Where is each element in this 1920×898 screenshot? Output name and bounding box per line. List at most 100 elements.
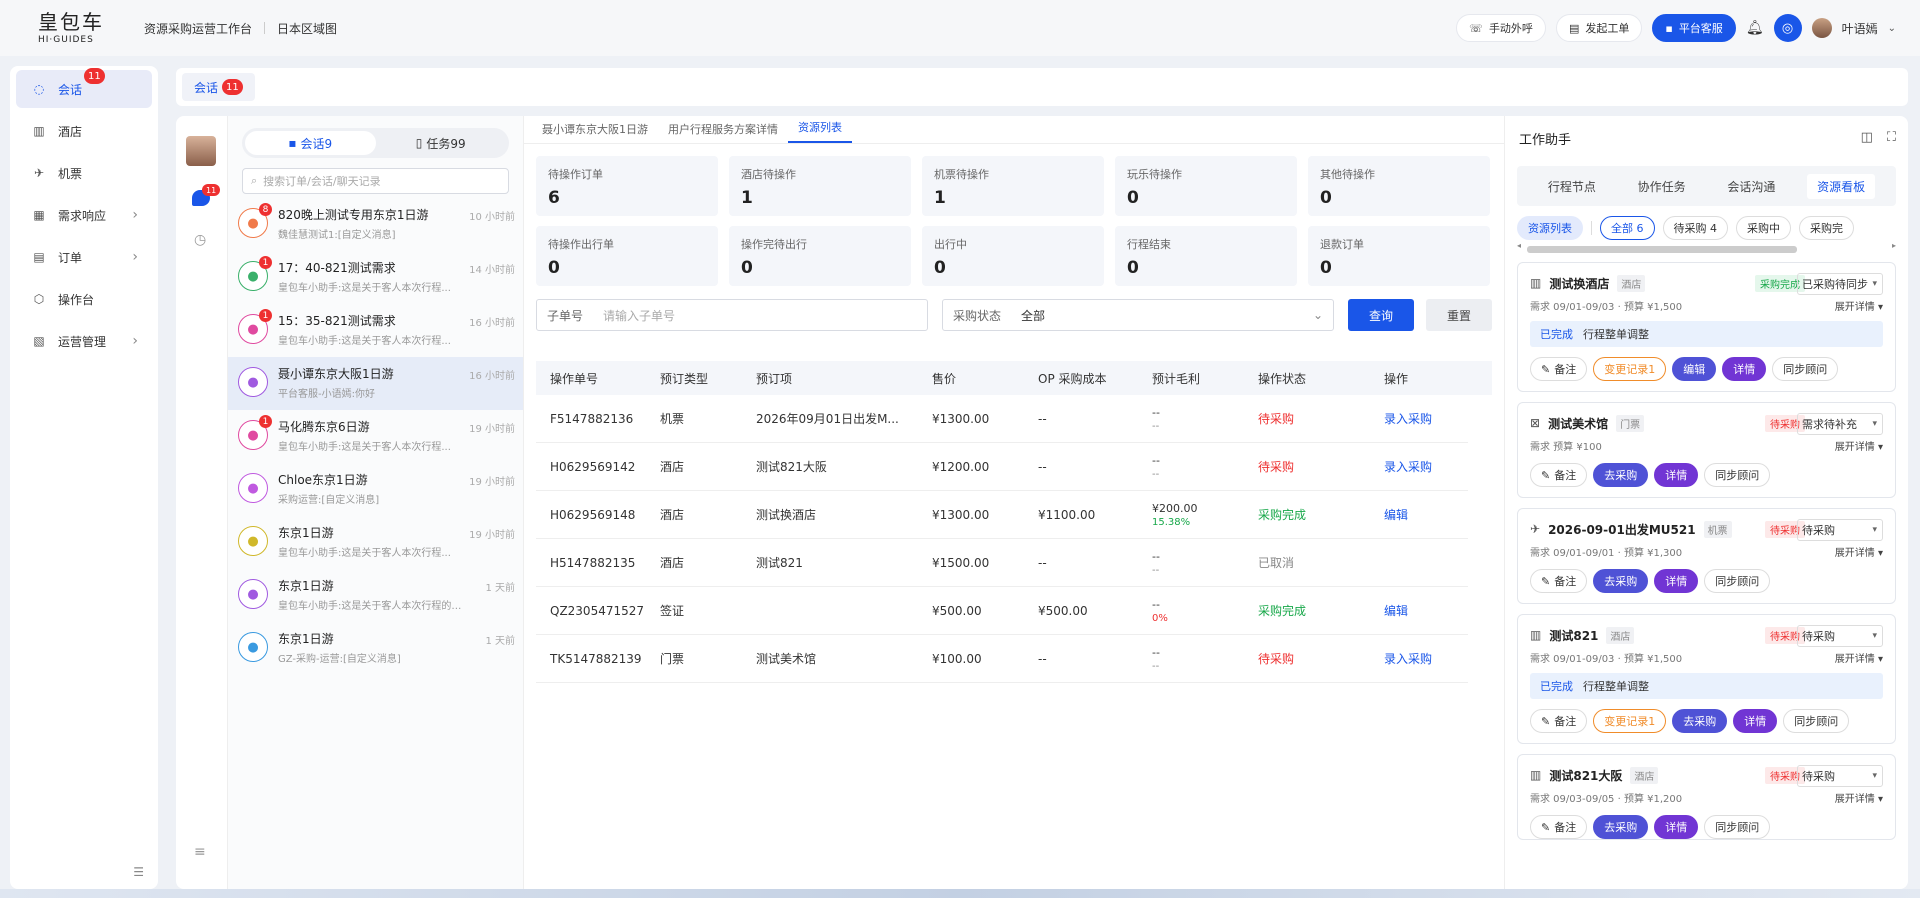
go-purchase-button[interactable]: 去采购 bbox=[1593, 815, 1649, 839]
tab-service-plan[interactable]: 用户行程服务方案详情 bbox=[658, 121, 788, 143]
sidebar-item-console[interactable]: ⬡ 操作台 bbox=[16, 280, 152, 318]
expand-details[interactable]: 展开详情 ▾ bbox=[1835, 790, 1883, 805]
avatar[interactable] bbox=[1811, 18, 1832, 38]
stat-card[interactable]: 待操作出行单 0 bbox=[536, 226, 718, 286]
go-purchase-button[interactable]: 去采购 bbox=[1672, 709, 1728, 733]
sync-advisor-button[interactable]: 同步顾问 bbox=[1704, 815, 1771, 839]
list-item[interactable]: ● 1 17：40-821测试需求 皇包车小助手:这是关于客人本次行程... 14 小时… bbox=[228, 251, 523, 304]
chevron-down-icon[interactable]: ⌄ bbox=[1888, 23, 1896, 34]
details-button[interactable]: 详情 bbox=[1733, 709, 1778, 733]
resource-card[interactable]: ▥ 测试换酒店 酒店 采购完成 已采购待同步 ▾ 需求 09/01-09/03 · 预… bbox=[1517, 262, 1896, 392]
platform-service-button[interactable]: ▪ 平台客服 bbox=[1652, 14, 1736, 42]
details-button[interactable]: 详情 bbox=[1722, 357, 1767, 381]
list-item[interactable]: ● 1 马化腾东京6日游 皇包车小助手:这是关于客人本次行程... 19 小时前 bbox=[228, 410, 523, 463]
tab-trip-nodes[interactable]: 行程节点 bbox=[1538, 174, 1606, 199]
expand-details[interactable]: 展开详情 ▾ bbox=[1835, 298, 1883, 313]
region-map-link[interactable]: 日本区域图 bbox=[265, 20, 349, 37]
seg-task[interactable]: ▯ 任务99 bbox=[376, 131, 507, 155]
list-item[interactable]: ● 聂小谭东京大阪1日游 平台客服-小语嫣:你好 16 小时前 bbox=[228, 357, 523, 410]
tab-trip[interactable]: 聂小谭东京大阪1日游 bbox=[532, 121, 658, 143]
stat-card[interactable]: 行程结束 0 bbox=[1115, 226, 1297, 286]
search-input[interactable]: ⌕ 搜索订单/会话/聊天记录 bbox=[242, 168, 509, 194]
tab-resource-board[interactable]: 资源看板 bbox=[1807, 173, 1876, 199]
split-view-icon[interactable]: ◫ bbox=[1861, 130, 1873, 145]
edit-link[interactable]: 编辑 bbox=[1384, 506, 1468, 523]
status-select[interactable]: 已采购待同步 ▾ bbox=[1797, 273, 1883, 295]
stat-card[interactable]: 待操作订单 6 bbox=[536, 156, 718, 216]
tab-collab-tasks[interactable]: 协作任务 bbox=[1628, 174, 1696, 199]
details-button[interactable]: 详情 bbox=[1654, 463, 1699, 487]
stat-card[interactable]: 出行中 0 bbox=[922, 226, 1104, 286]
sync-advisor-button[interactable]: 同步顾问 bbox=[1704, 463, 1771, 487]
chip-pending[interactable]: 待采购 4 bbox=[1662, 216, 1728, 240]
sidebar-item-chat[interactable]: ◌ 会话 11 bbox=[16, 68, 152, 108]
stat-card[interactable]: 操作完待出行 0 bbox=[729, 226, 911, 286]
fullscreen-icon[interactable]: ⛶ bbox=[1887, 130, 1896, 145]
edit-button[interactable]: 编辑 bbox=[1672, 357, 1717, 381]
query-button[interactable]: 查询 bbox=[1348, 299, 1414, 331]
list-item[interactable]: ● 东京1日游 皇包车小助手:这是关于客人本次行程的协... 1 天前 bbox=[228, 569, 523, 622]
go-purchase-button[interactable]: 去采购 bbox=[1593, 463, 1649, 487]
tab-chat-comm[interactable]: 会话沟通 bbox=[1717, 174, 1785, 199]
stat-card[interactable]: 其他待操作 0 bbox=[1308, 156, 1490, 216]
reset-button[interactable]: 重置 bbox=[1426, 299, 1492, 331]
resource-card[interactable]: ✈ 2026-09-01出发MU521 机票 待采购 待采购 ▾ 需求 09/01-0… bbox=[1517, 508, 1896, 604]
list-item[interactable]: ● 8 820晚上测试专用东京1日游 魏佳慧测试1:[自定义消息] 10 小时前 bbox=[228, 198, 523, 251]
stat-card[interactable]: 机票待操作 1 bbox=[922, 156, 1104, 216]
chip-resource-list[interactable]: 资源列表 bbox=[1517, 216, 1583, 240]
edit-link[interactable]: 编辑 bbox=[1384, 602, 1468, 619]
sidebar-item-order[interactable]: ▤ 订单 › bbox=[16, 238, 152, 276]
sync-advisor-button[interactable]: 同步顾问 bbox=[1704, 569, 1771, 593]
list-item[interactable]: ● 东京1日游 GZ-采购-运营:[自定义消息] 1 天前 bbox=[228, 622, 523, 675]
enter-purchase-link[interactable]: 录入采购 bbox=[1384, 650, 1468, 667]
horizontal-scrollbar[interactable]: ◂ ▸ bbox=[1517, 241, 1896, 253]
chip-all[interactable]: 全部 6 bbox=[1600, 216, 1655, 240]
tab-resource-list[interactable]: 资源列表 bbox=[788, 119, 852, 143]
resource-card[interactable]: ▥ 测试821大阪 酒店 待采购 待采购 ▾ 需求 09/03-09/05 · 预算 … bbox=[1517, 754, 1896, 840]
status-select[interactable]: 需求待补充 ▾ bbox=[1797, 413, 1883, 435]
list-item[interactable]: ● Chloe东京1日游 采购运营:[自定义消息] 19 小时前 bbox=[228, 463, 523, 516]
sync-advisor-button[interactable]: 同步顾问 bbox=[1783, 709, 1850, 733]
status-select[interactable]: 待采购 ▾ bbox=[1797, 625, 1883, 647]
collapse-icon[interactable]: ☰ bbox=[133, 865, 144, 879]
agent-avatar[interactable] bbox=[186, 136, 216, 166]
brand-logo[interactable]: 皇包车 HI·GUIDES bbox=[0, 0, 120, 56]
bell-icon[interactable]: 🔔︎ bbox=[1746, 20, 1764, 36]
scrollbar-thumb[interactable] bbox=[1527, 246, 1797, 253]
sidebar-item-hotel[interactable]: ▥ 酒店 bbox=[16, 112, 152, 150]
resource-card[interactable]: ⊠ 测试美术馆 门票 待采购 需求待补充 ▾ 需求 预算 ¥100 展开详情 ▾ ✎ 备注… bbox=[1517, 402, 1896, 498]
menu-icon[interactable]: ≡ bbox=[194, 844, 206, 860]
status-select[interactable]: 采购状态 全部 ⌄ bbox=[942, 299, 1334, 331]
chip-purchasing[interactable]: 采购中 bbox=[1736, 216, 1791, 240]
go-purchase-button[interactable]: 去采购 bbox=[1593, 569, 1649, 593]
list-item[interactable]: ● 东京1日游 皇包车小助手:这是关于客人本次行程... 19 小时前 bbox=[228, 516, 523, 569]
enter-purchase-link[interactable]: 录入采购 bbox=[1384, 458, 1468, 475]
status-select[interactable]: 待采购 ▾ bbox=[1797, 765, 1883, 787]
details-button[interactable]: 详情 bbox=[1654, 569, 1699, 593]
sidebar-item-flight[interactable]: ✈ 机票 bbox=[16, 154, 152, 192]
sync-advisor-button[interactable]: 同步顾问 bbox=[1772, 357, 1839, 381]
expand-details[interactable]: 展开详情 ▾ bbox=[1835, 544, 1883, 559]
stat-card[interactable]: 酒店待操作 1 bbox=[729, 156, 911, 216]
list-item[interactable]: ● 1 15：35-821测试需求 皇包车小助手:这是关于客人本次行程... 16 小时… bbox=[228, 304, 523, 357]
history-icon[interactable]: ◷ bbox=[194, 232, 206, 248]
stat-card[interactable]: 玩乐待操作 0 bbox=[1115, 156, 1297, 216]
resource-card[interactable]: ▥ 测试821 酒店 待采购 待采购 ▾ 需求 09/01-09/03 · 预算 ¥1… bbox=[1517, 614, 1896, 744]
note-button[interactable]: ✎ 备注 bbox=[1530, 569, 1588, 593]
change-log-button[interactable]: 变更记录1 bbox=[1593, 709, 1667, 733]
note-button[interactable]: ✎ 备注 bbox=[1530, 815, 1588, 839]
workspace-title[interactable]: 资源采购运营工作台 bbox=[132, 20, 264, 37]
user-name[interactable]: 叶语嫣 bbox=[1842, 20, 1878, 37]
seg-chat[interactable]: ▪ 会话9 bbox=[245, 131, 376, 155]
chip-completed[interactable]: 采购完 bbox=[1799, 216, 1854, 240]
tab-chat[interactable]: 会话 11 bbox=[182, 73, 255, 101]
sidebar-item-demand[interactable]: ▦ 需求响应 › bbox=[16, 196, 152, 234]
compass-icon[interactable]: ◎ bbox=[1773, 14, 1802, 42]
sidebar-item-ops[interactable]: ▧ 运营管理 › bbox=[16, 322, 152, 360]
note-button[interactable]: ✎ 备注 bbox=[1530, 709, 1588, 733]
note-button[interactable]: ✎ 备注 bbox=[1530, 463, 1588, 487]
details-button[interactable]: 详情 bbox=[1654, 815, 1699, 839]
expand-details[interactable]: 展开详情 ▾ bbox=[1835, 438, 1883, 453]
status-select[interactable]: 待采购 ▾ bbox=[1797, 519, 1883, 541]
sub-order-input[interactable]: 子单号 请输入子单号 bbox=[536, 299, 928, 331]
